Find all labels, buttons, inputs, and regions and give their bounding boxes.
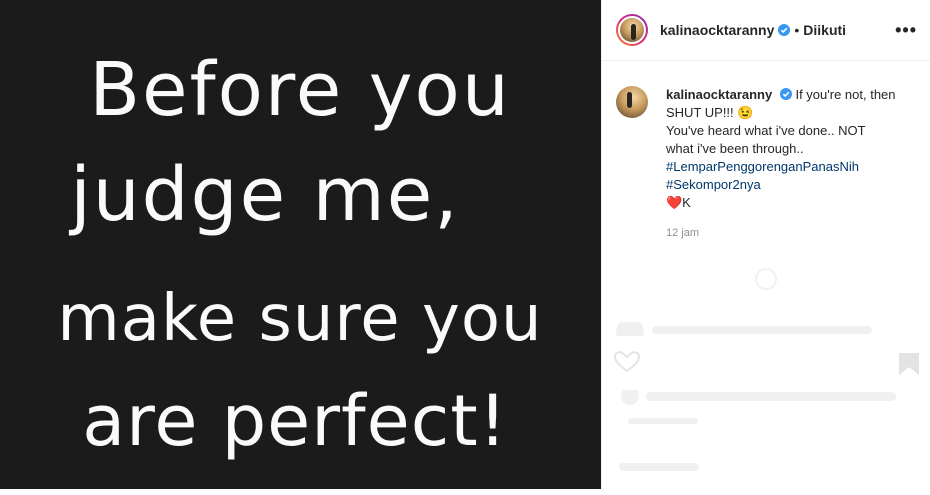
heart-icon[interactable] (613, 351, 641, 373)
caption-avatar[interactable] (616, 86, 648, 118)
caption-text-2: You've heard what i've done.. NOT what i… (666, 123, 866, 156)
quote-line-3: make sure you (57, 282, 542, 356)
author-username[interactable]: kalinaocktaranny (660, 22, 774, 38)
post-header: kalinaocktaranny • Diikuti ••• (602, 0, 930, 61)
verified-badge-icon (779, 88, 792, 100)
loading-spinner-icon (755, 268, 777, 290)
hashtag-link[interactable]: #Sekompor2nya (666, 176, 896, 194)
caption-username[interactable]: kalinaocktaranny (666, 87, 772, 102)
quote-graphic: Before you judge me, make sure you are p… (57, 47, 542, 462)
post-timestamp[interactable]: 12 jam (666, 224, 896, 242)
more-options-icon[interactable]: ••• (895, 20, 917, 41)
hashtag-link[interactable]: #LemparPenggorenganPanasNih (666, 158, 896, 176)
comment-input-row[interactable] (601, 444, 930, 490)
post-image[interactable]: Before you judge me, make sure you are p… (0, 0, 601, 489)
caption: kalinaocktaranny If you're not, then SHU… (602, 61, 930, 242)
action-bar (601, 342, 930, 383)
comment-placeholder (616, 318, 896, 346)
bookmark-icon[interactable] (899, 353, 919, 375)
caption-signature: ❤️K (666, 195, 691, 210)
quote-line-1: Before you (89, 47, 510, 133)
author-avatar[interactable] (616, 14, 648, 46)
follow-status-button[interactable]: Diikuti (803, 22, 846, 38)
verified-badge-icon (778, 24, 791, 36)
separator-dot: • (794, 22, 800, 38)
quote-line-2: judge me, (68, 152, 460, 238)
likes-placeholder (620, 387, 910, 435)
quote-line-4: are perfect! (82, 380, 507, 462)
